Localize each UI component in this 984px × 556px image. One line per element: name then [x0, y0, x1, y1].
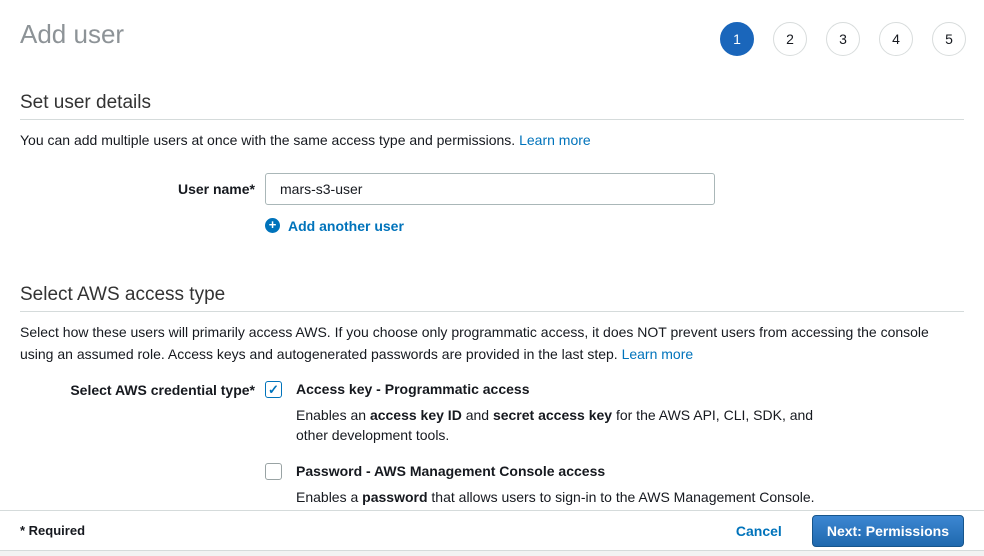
cancel-button[interactable]: Cancel	[736, 523, 782, 539]
step-3: 3	[826, 22, 860, 56]
add-user-page: Add user 1 2 3 4 5 Set user details You …	[0, 0, 984, 507]
username-row: User name*	[20, 173, 964, 205]
wizard-footer: * Required Cancel Next: Permissions	[0, 510, 984, 550]
desc-text: that allows users to sign-in to the AWS …	[428, 489, 815, 505]
section-divider	[20, 311, 964, 312]
plus-circle-icon	[265, 218, 280, 233]
page-header: Add user 1 2 3 4 5	[20, 0, 964, 48]
desc-text: and	[462, 407, 493, 423]
set-user-details-section: Set user details You can add multiple us…	[20, 92, 964, 234]
required-note: * Required	[20, 523, 85, 538]
select-access-type-section: Select AWS access type Select how these …	[20, 284, 964, 507]
learn-more-link-access-type[interactable]: Learn more	[622, 346, 694, 362]
bottom-strip	[0, 550, 984, 556]
step-1: 1	[720, 22, 754, 56]
access-key-checkbox[interactable]	[265, 381, 282, 398]
next-permissions-button[interactable]: Next: Permissions	[812, 515, 964, 547]
password-option-title: Password - AWS Management Console access	[296, 463, 815, 480]
user-details-intro-text: You can add multiple users at once with …	[20, 132, 515, 148]
credential-type-label: Select AWS credential type*	[20, 381, 265, 398]
username-input[interactable]	[265, 173, 715, 205]
section-heading-access-type: Select AWS access type	[20, 284, 964, 306]
wizard-step-indicator: 1 2 3 4 5	[720, 22, 966, 56]
desc-text: Enables a	[296, 489, 362, 505]
desc-bold: secret access key	[493, 407, 612, 423]
section-heading-user-details: Set user details	[20, 92, 964, 114]
access-type-intro-text: Select how these users will primarily ac…	[20, 324, 929, 362]
access-key-option-title: Access key - Programmatic access	[296, 381, 848, 398]
step-4: 4	[879, 22, 913, 56]
desc-bold: password	[362, 489, 427, 505]
credential-options: Access key - Programmatic access Enables…	[265, 381, 964, 507]
add-another-user-button[interactable]: Add another user	[265, 218, 404, 234]
learn-more-link-user-details[interactable]: Learn more	[519, 132, 591, 148]
desc-text: Enables an	[296, 407, 370, 423]
password-option-description: Enables a password that allows users to …	[296, 487, 815, 507]
desc-bold: access key ID	[370, 407, 462, 423]
access-type-intro: Select how these users will primarily ac…	[20, 322, 964, 365]
access-key-option-text: Access key - Programmatic access Enables…	[296, 381, 848, 445]
option-access-key: Access key - Programmatic access Enables…	[265, 381, 964, 445]
password-checkbox[interactable]	[265, 463, 282, 480]
access-key-option-description: Enables an access key ID and secret acce…	[296, 405, 848, 445]
option-password: Password - AWS Management Console access…	[265, 463, 964, 507]
add-another-user-label: Add another user	[288, 218, 404, 234]
password-option-text: Password - AWS Management Console access…	[296, 463, 815, 507]
footer-actions: Cancel Next: Permissions	[736, 515, 964, 547]
section-divider	[20, 119, 964, 120]
username-label: User name*	[20, 181, 265, 197]
step-5: 5	[932, 22, 966, 56]
credential-type-row: Select AWS credential type* Access key -…	[20, 381, 964, 507]
step-2: 2	[773, 22, 807, 56]
user-details-intro: You can add multiple users at once with …	[20, 130, 964, 152]
